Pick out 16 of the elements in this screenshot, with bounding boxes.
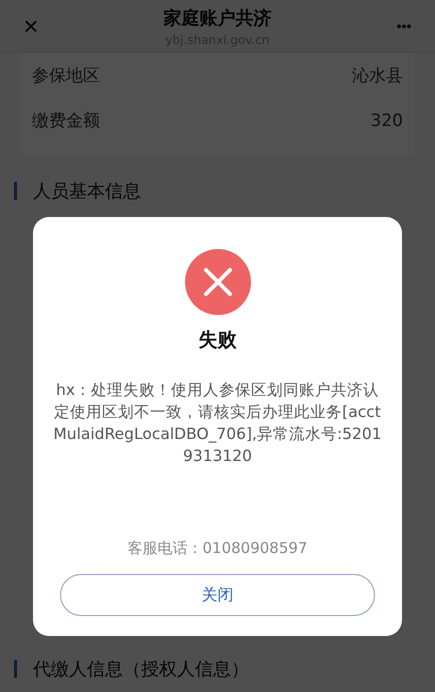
error-icon xyxy=(184,249,250,315)
row-value: 沁水县 xyxy=(352,65,403,87)
close-button[interactable]: × xyxy=(14,13,48,39)
row-value: 320 xyxy=(370,110,403,130)
page-title: 家庭账户共济 xyxy=(164,6,272,30)
section-title: 代缴人信息（授权人信息） xyxy=(33,658,249,681)
dialog-title: 失败 xyxy=(198,328,236,353)
row-label: 参保地区 xyxy=(32,65,100,87)
close-dialog-button[interactable]: 关闭 xyxy=(60,574,375,616)
row-label: 缴费金额 xyxy=(32,110,100,132)
hotline-text: 客服电话：01080908597 xyxy=(128,539,308,558)
section-marker xyxy=(14,660,17,678)
more-button[interactable]: ••• xyxy=(387,19,421,33)
section-marker xyxy=(14,182,17,200)
section-title: 人员基本信息 xyxy=(33,180,141,203)
error-message: hx：处理失败！使用人参保区划同账户共济认定使用区划不一致，请核实后办理此业务[acctMulaidRegLocalDBO_706],异常流水号:52019313120 xyxy=(52,380,383,467)
